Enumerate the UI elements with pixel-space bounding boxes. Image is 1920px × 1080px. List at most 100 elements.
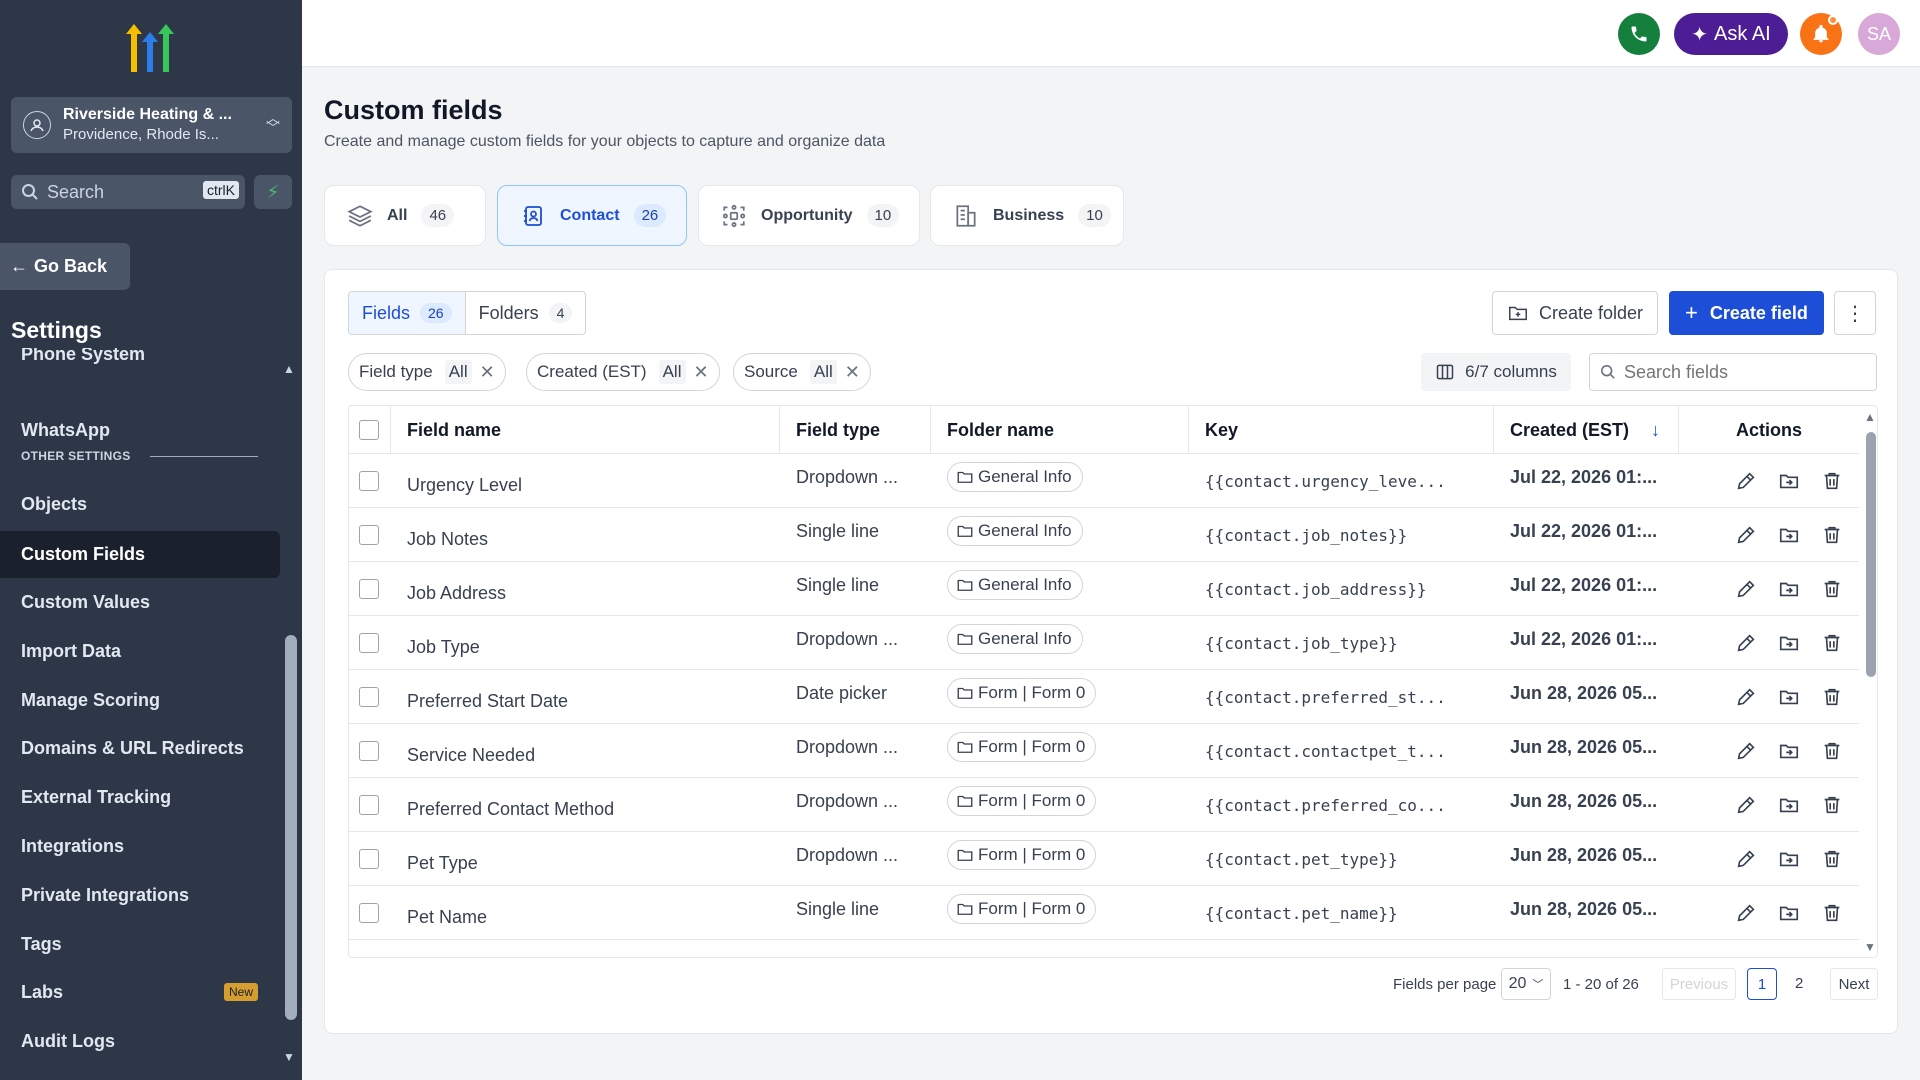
columns-button[interactable]: 6/7 columns [1421, 353, 1571, 391]
move-to-folder-icon[interactable] [1778, 848, 1800, 870]
page-2-button[interactable]: 2 [1795, 975, 1803, 992]
table-scrollbar[interactable] [1866, 432, 1876, 677]
tab-all[interactable]: All 46 [324, 185, 486, 246]
header-field-type[interactable]: Field type [780, 406, 931, 454]
table-row[interactable]: Job Address Single line General Info {{cont… [349, 562, 1859, 616]
more-options-button[interactable]: ⋮ [1834, 291, 1876, 335]
page-1-button[interactable]: 1 [1747, 968, 1777, 1000]
sidebar-item-integrations[interactable]: Integrations [0, 824, 280, 868]
edit-icon[interactable] [1735, 740, 1757, 762]
delete-icon[interactable] [1821, 740, 1843, 762]
go-back-button[interactable]: ← Go Back [0, 243, 130, 290]
table-scroll-down-arrow[interactable]: ▼ [1864, 940, 1876, 954]
tab-business[interactable]: Business 10 [930, 185, 1124, 246]
delete-icon[interactable] [1821, 848, 1843, 870]
folder-chip[interactable]: Form | Form 0 [947, 894, 1097, 924]
sidebar-item-labs[interactable]: Labs New [0, 970, 280, 1014]
sidebar-item-tags[interactable]: Tags [0, 922, 280, 966]
previous-page-button[interactable]: Previous [1662, 968, 1736, 1000]
close-icon[interactable]: ✕ [480, 362, 495, 383]
table-row[interactable]: Pet Name Single line Form | Form 0 {{contac… [349, 886, 1859, 940]
delete-icon[interactable] [1821, 578, 1843, 600]
header-key[interactable]: Key [1189, 406, 1494, 454]
row-checkbox[interactable] [359, 687, 379, 707]
tab-opportunity[interactable]: Opportunity 10 [698, 185, 920, 246]
edit-icon[interactable] [1735, 578, 1757, 600]
folder-chip[interactable]: General Info [947, 462, 1083, 492]
field-name[interactable]: Service Needed [407, 728, 535, 782]
edit-icon[interactable] [1735, 794, 1757, 816]
field-name[interactable]: Pet Type [407, 836, 478, 890]
sidebar-item-private-integrations[interactable]: Private Integrations [0, 873, 280, 917]
field-name[interactable]: Preferred Contact Method [407, 782, 614, 836]
filter-created[interactable]: Created (EST) All ✕ [526, 353, 720, 391]
folder-chip[interactable]: General Info [947, 570, 1083, 600]
field-name[interactable]: Job Address [407, 566, 506, 620]
table-row[interactable]: Job Type Dropdown ... General Info {{contac… [349, 616, 1859, 670]
folder-chip[interactable]: Form | Form 0 [947, 732, 1097, 762]
edit-icon[interactable] [1735, 686, 1757, 708]
table-row[interactable]: Preferred Contact Method Dropdown ... Form… [349, 778, 1859, 832]
folder-chip[interactable]: General Info [947, 624, 1083, 654]
sidebar-item-audit-logs[interactable]: Audit Logs [0, 1019, 280, 1063]
table-row[interactable]: Urgency Level Dropdown ... General Info {{c… [349, 454, 1859, 508]
delete-icon[interactable] [1821, 632, 1843, 654]
delete-icon[interactable] [1821, 902, 1843, 924]
sidebar-item-custom-values[interactable]: Custom Values [0, 580, 280, 624]
create-folder-button[interactable]: Create folder [1492, 291, 1659, 335]
delete-icon[interactable] [1821, 524, 1843, 546]
edit-icon[interactable] [1735, 848, 1757, 870]
close-icon[interactable]: ✕ [694, 362, 709, 383]
move-to-folder-icon[interactable] [1778, 470, 1800, 492]
row-checkbox[interactable] [359, 903, 379, 923]
folder-chip[interactable]: General Info [947, 516, 1083, 546]
scroll-down-arrow[interactable]: ▼ [283, 1050, 295, 1064]
phone-button[interactable] [1618, 13, 1660, 55]
table-row[interactable]: Pet Type Dropdown ... Form | Form 0 {{conta… [349, 832, 1859, 886]
edit-icon[interactable] [1735, 902, 1757, 924]
folder-chip[interactable]: Form | Form 0 [947, 678, 1097, 708]
row-checkbox[interactable] [359, 849, 379, 869]
move-to-folder-icon[interactable] [1778, 740, 1800, 762]
sidebar-item-external-tracking[interactable]: External Tracking [0, 775, 280, 819]
tab-contact[interactable]: Contact 26 [497, 185, 687, 246]
header-field-name[interactable]: Field name [391, 406, 780, 454]
move-to-folder-icon[interactable] [1778, 902, 1800, 924]
move-to-folder-icon[interactable] [1778, 578, 1800, 600]
sidebar-item-import-data[interactable]: Import Data [0, 629, 280, 673]
row-checkbox[interactable] [359, 579, 379, 599]
segment-folders[interactable]: Folders 4 [464, 292, 586, 334]
row-checkbox[interactable] [359, 741, 379, 761]
field-name[interactable]: Job Type [407, 620, 480, 674]
table-row[interactable]: Service Needed Dropdown ... Form | Form 0{… [349, 724, 1859, 778]
sidebar-scrollbar[interactable] [285, 635, 297, 1020]
sidebar-item-whatsapp[interactable]: WhatsApp [0, 408, 280, 452]
header-folder-name[interactable]: Folder name [931, 406, 1189, 454]
select-all-checkbox[interactable] [359, 420, 379, 440]
account-switcher[interactable]: Riverside Heating & ... Providence, Rhod… [11, 97, 292, 153]
table-row[interactable]: Job Notes Single line General Info {{contac… [349, 508, 1859, 562]
header-created[interactable]: Created (EST) ↓ [1494, 406, 1679, 454]
per-page-select[interactable]: 20 ﹀ [1501, 968, 1551, 1000]
field-name[interactable]: Preferred Start Date [407, 674, 568, 728]
app-logo[interactable] [120, 24, 180, 74]
field-name[interactable]: Pet Name [407, 890, 487, 944]
row-checkbox[interactable] [359, 795, 379, 815]
sidebar-search[interactable]: Search ctrlK [11, 175, 245, 209]
sidebar-item-domains-url-redirects[interactable]: Domains & URL Redirects [0, 726, 280, 770]
field-name[interactable]: Urgency Level [407, 458, 522, 512]
segment-fields[interactable]: Fields 26 [349, 292, 465, 334]
notifications-button[interactable] [1800, 13, 1842, 55]
filter-field-type[interactable]: Field type All ✕ [348, 353, 506, 391]
quick-action-button[interactable]: ⚡ [254, 175, 292, 209]
search-fields-input[interactable] [1624, 361, 1864, 383]
ask-ai-button[interactable]: ✦ Ask AI [1674, 13, 1788, 55]
edit-icon[interactable] [1735, 470, 1757, 492]
delete-icon[interactable] [1821, 470, 1843, 492]
next-page-button[interactable]: Next [1830, 968, 1878, 1000]
close-icon[interactable]: ✕ [845, 362, 860, 383]
row-checkbox[interactable] [359, 525, 379, 545]
move-to-folder-icon[interactable] [1778, 794, 1800, 816]
filter-source[interactable]: Source All ✕ [733, 353, 871, 391]
move-to-folder-icon[interactable] [1778, 524, 1800, 546]
